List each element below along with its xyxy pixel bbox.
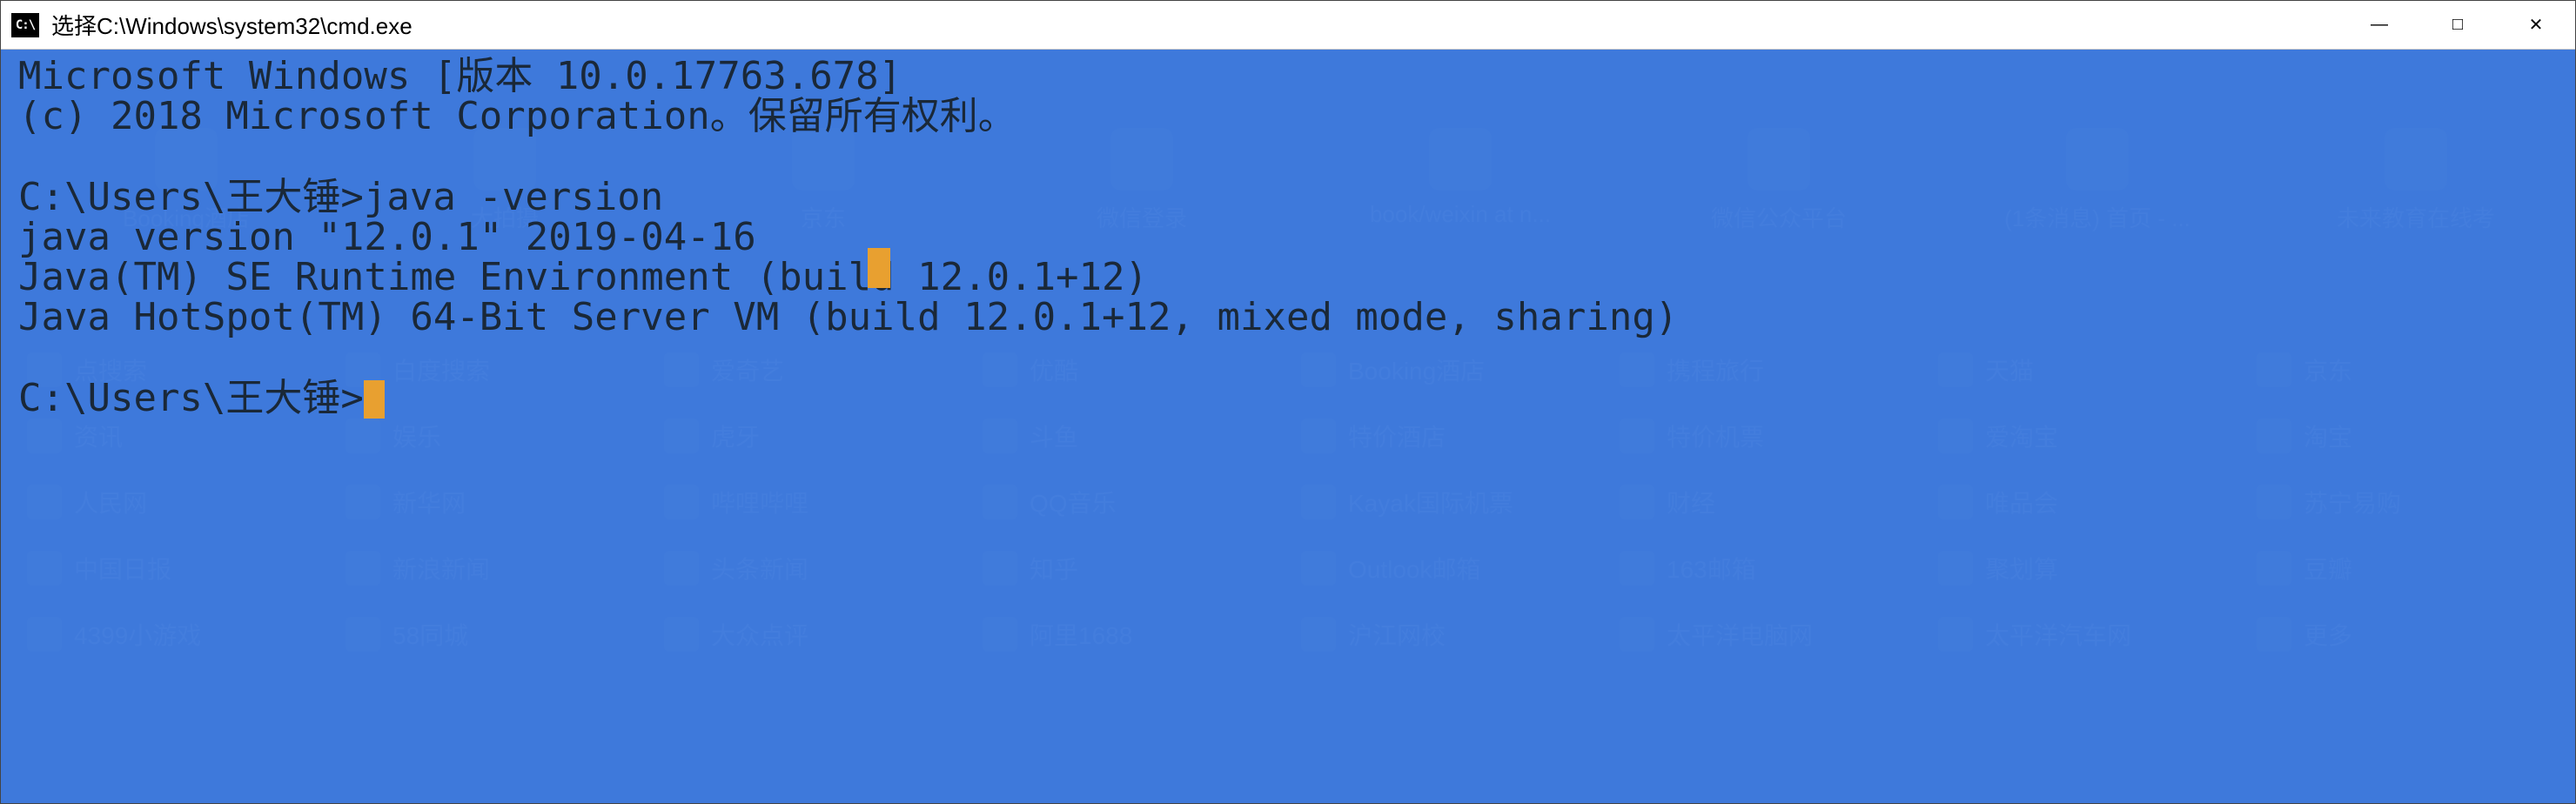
cmd-window: C:\ 选择C:\Windows\system32\cmd.exe — □ ✕ … — [0, 0, 2576, 804]
terminal-line: C:\Users\王大锤>java -version — [18, 175, 663, 219]
terminal-line: java version "12.0.1" 2019-04-16 — [18, 215, 756, 259]
minimize-button[interactable]: — — [2340, 1, 2418, 49]
window-controls: — □ ✕ — [2340, 1, 2575, 49]
maximize-button[interactable]: □ — [2418, 1, 2497, 49]
selection-cursor — [868, 248, 890, 288]
terminal-line: Microsoft Windows [版本 10.0.17763.678] — [18, 54, 902, 98]
terminal-prompt: C:\Users\王大锤> — [18, 376, 364, 420]
window-title: 选择C:\Windows\system32\cmd.exe — [51, 9, 2340, 41]
terminal-line: Java HotSpot(TM) 64-Bit Server VM (build… — [18, 295, 1678, 339]
cmd-icon: C:\ — [11, 13, 39, 37]
titlebar[interactable]: C:\ 选择C:\Windows\system32\cmd.exe — □ ✕ — [1, 1, 2575, 50]
terminal-line: (c) 2018 Microsoft Corporation。保留所有权利。 — [18, 94, 1016, 138]
close-button[interactable]: ✕ — [2497, 1, 2575, 49]
terminal-cursor — [364, 380, 385, 419]
terminal-output: Microsoft Windows [版本 10.0.17763.678] (c… — [1, 50, 2575, 803]
terminal-client-area[interactable]: Booking酒店大拍摄京东微信登录book/weixin at n...微信公… — [1, 50, 2575, 803]
terminal-line: Java(TM) SE Runtime Environment (build 1… — [18, 255, 1148, 299]
